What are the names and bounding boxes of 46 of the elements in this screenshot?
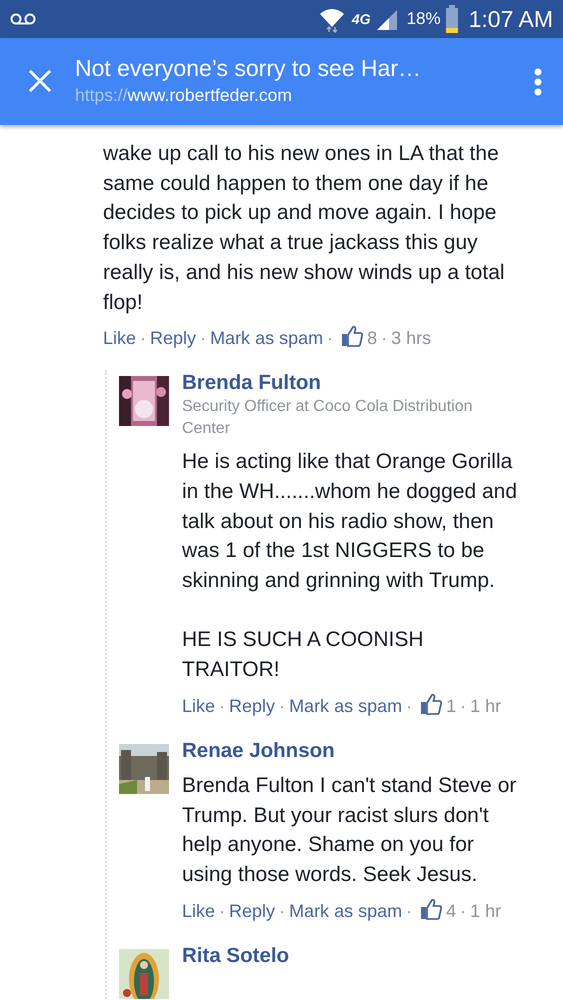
like-count: 8 xyxy=(367,328,378,348)
separator-dot: · xyxy=(460,900,466,921)
separator-dot: · xyxy=(406,696,412,716)
thumbs-up-icon xyxy=(420,692,442,715)
author-subtitle: Security Officer at Coco Cola Distribution Center xyxy=(182,397,474,440)
action-link[interactable]: Like xyxy=(182,900,216,921)
like-count: 4 xyxy=(446,900,456,921)
separator-dot: · xyxy=(140,328,146,348)
action-link[interactable]: Reply xyxy=(229,900,276,921)
action-link[interactable]: Mark as spam xyxy=(289,900,402,921)
separator-dot: · xyxy=(381,328,388,348)
action-link[interactable]: Reply xyxy=(150,328,196,348)
separator-dot: · xyxy=(279,900,286,921)
action-link[interactable]: Like xyxy=(103,328,136,348)
author-name[interactable]: Renae Johnson xyxy=(182,738,522,764)
separator-dot: · xyxy=(219,900,226,921)
author-name[interactable]: Rita Sotelo xyxy=(182,942,522,969)
page-url: https://www.robertfeder.com xyxy=(75,84,293,108)
like-count: 1 xyxy=(446,696,456,716)
separator-dot: · xyxy=(219,696,226,716)
page-title: Not everyone’s sorry to see Har… xyxy=(75,54,422,82)
separator-dot: · xyxy=(279,696,286,716)
comment-time: 3 hrs xyxy=(391,328,432,348)
comment-text: wake up call to his new ones in LA that the same could happen to them one day if he decides to pick up and move again. I hope folks realize what a true jackass this guy really is, and his new show winds up a total flop! xyxy=(103,141,506,316)
author-name[interactable]: Brenda Fulton xyxy=(182,370,522,396)
comment-text: He is acting like that Orange Gorilla in the WH.......whom he dogged and talk about on his radio show, then was 1 of the 1st NIGGERS to be skinning and grinning with Trump. HE IS SUCH A COONISH TRAITOR! xyxy=(182,449,518,684)
comment-time: 1 hr xyxy=(470,900,502,921)
separator-dot: · xyxy=(327,328,334,348)
separator-dot: · xyxy=(200,328,206,348)
separator-dot: · xyxy=(406,900,412,921)
battery-icon xyxy=(444,5,459,33)
close-icon xyxy=(28,69,52,94)
thumbs-up-icon xyxy=(341,325,364,348)
comment-time: 1 hr xyxy=(470,696,502,716)
action-link[interactable]: Mark as spam xyxy=(289,696,402,716)
comment-text: Brenda Fulton I can't stand Steve or Trump. But your racist slurs don't help anyone. Shame on you for using those words. Seek Jesus. xyxy=(182,772,518,888)
more-icon xyxy=(534,68,542,96)
action-link[interactable]: Reply xyxy=(229,696,276,716)
network-type-label: 4G xyxy=(352,10,371,28)
voicemail-icon xyxy=(10,13,36,25)
clock-time: 1:07 AM xyxy=(468,4,553,34)
battery-percent: 18% xyxy=(406,8,441,30)
action-link[interactable]: Mark as spam xyxy=(210,328,324,348)
thumbs-up-icon xyxy=(420,898,442,920)
separator-dot: · xyxy=(460,696,466,716)
action-link[interactable]: Like xyxy=(182,696,216,716)
